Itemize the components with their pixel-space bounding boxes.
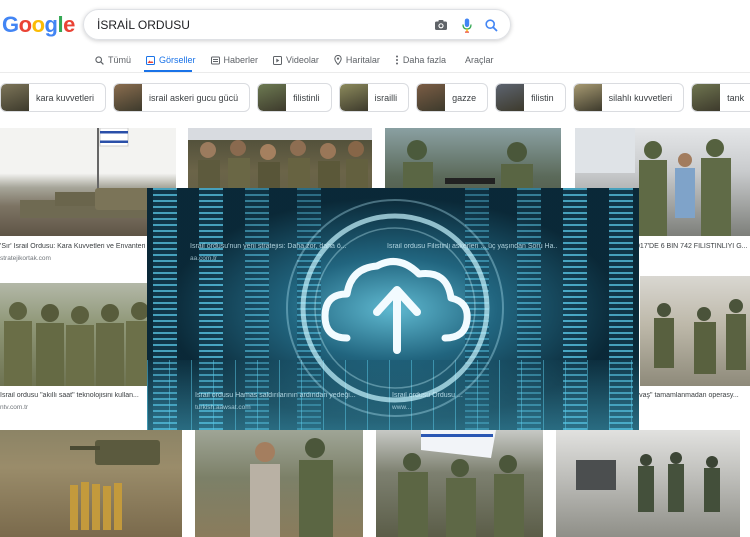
- related-search-chip[interactable]: filistinli: [257, 83, 332, 112]
- chip-thumbnail: [573, 84, 602, 111]
- chip-thumbnail: [258, 84, 287, 111]
- result-title[interactable]: İsrail ordusu'nun yeni stratejisi: Daha …: [190, 243, 370, 250]
- search-tabs: Tümü Görseller Haberler Videolar Harital…: [95, 52, 461, 68]
- tab-maps[interactable]: Haritalar: [334, 52, 380, 68]
- soldiers-child-photo: [250, 438, 333, 537]
- tab-label: Tümü: [108, 55, 132, 65]
- chip-label: tank: [727, 92, 745, 103]
- soldiers-road-photo: [576, 452, 720, 512]
- chip-label: filistin: [531, 92, 554, 103]
- chip-thumbnail: [1, 84, 29, 111]
- result-image[interactable]: [556, 430, 740, 537]
- tab-label: Haritalar: [345, 55, 380, 65]
- chip-thumbnail: [417, 84, 446, 111]
- search-box[interactable]: [83, 9, 511, 40]
- chip-thumbnail: [692, 84, 721, 111]
- tab-images[interactable]: Görseller: [146, 52, 196, 68]
- result-title[interactable]: 'Sır' İsrail Ordusu: Kara Kuvvetleri ve …: [0, 243, 170, 250]
- related-searches: kara kuvvetleri israil askeri gucu gücü fi…: [0, 83, 750, 112]
- logo-letter: o: [18, 12, 32, 37]
- search-icon[interactable]: [482, 16, 500, 34]
- chip-label: gazze: [452, 92, 477, 103]
- result-image[interactable]: [376, 430, 543, 537]
- related-search-chip[interactable]: gazze: [416, 83, 489, 112]
- divider: [0, 72, 750, 73]
- logo-letter: o: [31, 12, 45, 37]
- related-search-chip[interactable]: israilli: [338, 83, 410, 112]
- related-search-chip[interactable]: filistin: [495, 83, 566, 112]
- tab-label: Daha fazla: [402, 55, 446, 65]
- google-logo[interactable]: Google: [2, 12, 75, 38]
- tab-videos[interactable]: Videolar: [273, 52, 319, 68]
- result-source: aa.com.tr: [190, 255, 218, 262]
- tab-news[interactable]: Haberler: [210, 52, 259, 68]
- result-source: www...: [392, 404, 412, 411]
- result-image[interactable]: [0, 430, 182, 537]
- chip-label: silahlı kuvvetleri: [608, 92, 673, 103]
- microphone-icon[interactable]: [458, 16, 476, 34]
- image-icon: [146, 55, 156, 65]
- chip-thumbnail: [496, 84, 525, 111]
- soldiers-photo: [4, 302, 156, 386]
- search-icon: [95, 55, 104, 65]
- related-search-chip[interactable]: silahlı kuvvetleri: [572, 83, 685, 112]
- logo-letter: g: [44, 12, 58, 37]
- chip-label: israil askeri gucu gücü: [149, 92, 239, 103]
- related-search-chip[interactable]: israil askeri gucu gücü: [113, 83, 251, 112]
- tab-all[interactable]: Tümü: [95, 52, 131, 68]
- result-title[interactable]: İsrail ordusu Ordusu ...: [392, 392, 532, 399]
- result-title[interactable]: İsrail ordusu "akıllı saat" teknolojisin…: [0, 392, 150, 399]
- soldiers-field-photo: [654, 299, 746, 374]
- result-source: turkish.aawsat.com: [195, 404, 251, 411]
- video-icon: [273, 55, 283, 65]
- more-icon: [395, 55, 398, 65]
- map-pin-icon: [334, 55, 342, 65]
- logo-letter: G: [2, 12, 19, 37]
- search-input[interactable]: [97, 17, 417, 32]
- tab-more[interactable]: Daha fazla: [395, 52, 446, 68]
- result-title[interactable]: İsrail ordusu Filistinli askerleri ... ü…: [387, 243, 557, 250]
- result-title[interactable]: İsrail ordusu Hamas saldırılarının ardın…: [195, 392, 375, 399]
- chip-label: kara kuvvetleri: [36, 92, 95, 103]
- result-image[interactable]: [640, 276, 750, 386]
- result-source: ntv.com.tr: [0, 404, 29, 411]
- result-image[interactable]: [0, 283, 162, 386]
- news-icon: [210, 56, 220, 64]
- tools-button[interactable]: Araçlar: [465, 55, 494, 65]
- tab-label: Videolar: [286, 55, 319, 65]
- chip-label: filistinli: [293, 92, 320, 103]
- artillery-photo: [70, 440, 160, 530]
- logo-letter: e: [63, 12, 75, 37]
- related-search-chip[interactable]: tank: [691, 83, 750, 112]
- result-image[interactable]: [195, 430, 363, 537]
- chip-label: israilli: [374, 92, 398, 103]
- chip-thumbnail: [114, 84, 143, 111]
- camera-icon[interactable]: [432, 16, 450, 34]
- chip-thumbnail: [339, 84, 368, 111]
- related-search-chip[interactable]: kara kuvvetleri: [0, 83, 107, 112]
- tab-label: Görseller: [159, 55, 196, 65]
- result-source: stratejikortak.com: [0, 255, 51, 262]
- soldiers-flag-photo: [398, 430, 524, 537]
- tab-label: Haberler: [223, 55, 259, 65]
